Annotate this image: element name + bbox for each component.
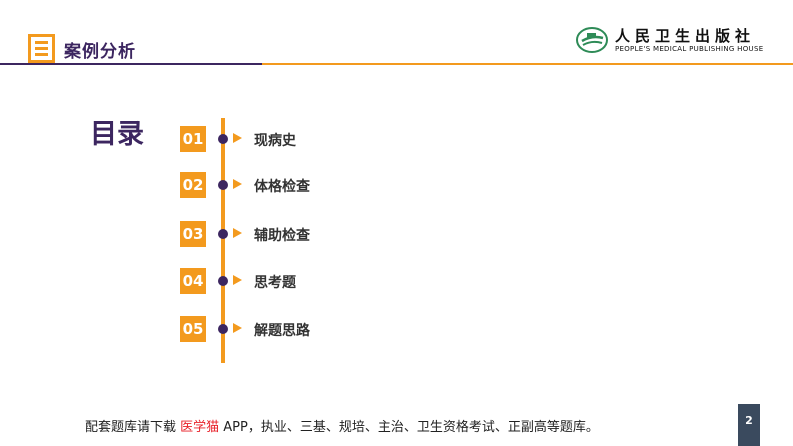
arrow-right-icon — [233, 275, 242, 285]
toc-item[interactable]: 04 思考题 — [0, 268, 793, 294]
arrow-right-icon — [233, 228, 242, 238]
toc-item-number: 01 — [180, 126, 206, 152]
toc-item-label: 体格检查 — [254, 179, 310, 195]
toc-item-number: 02 — [180, 172, 206, 198]
section-title: 案例分析 — [64, 42, 136, 62]
toc-item[interactable]: 01 现病史 — [0, 126, 793, 152]
timeline-dot — [218, 229, 228, 239]
toc-item-label: 辅助检查 — [254, 228, 310, 244]
publisher-name-cn: 人民卫生出版社 — [615, 27, 756, 45]
toc-item[interactable]: 05 解题思路 — [0, 316, 793, 342]
footer-app-link[interactable]: 医学猫 — [180, 420, 219, 435]
publisher-name-en: PEOPLE'S MEDICAL PUBLISHING HOUSE — [615, 45, 764, 53]
arrow-right-icon — [233, 133, 242, 143]
toc-item-number: 03 — [180, 221, 206, 247]
footer-suffix: APP，执业、三基、规培、主治、卫生资格考试、正副高等题库。 — [219, 420, 599, 435]
timeline-dot — [218, 324, 228, 334]
publisher-logo: 人民卫生出版社 PEOPLE'S MEDICAL PUBLISHING HOUS… — [575, 25, 780, 55]
footer-prefix: 配套题库请下载 — [85, 420, 181, 435]
toc-item-label: 解题思路 — [254, 323, 310, 339]
header-divider-purple — [0, 63, 262, 65]
list-menu-icon — [28, 34, 55, 63]
timeline-dot — [218, 276, 228, 286]
toc-item-label: 思考题 — [254, 275, 296, 291]
page-number-badge: 2 — [738, 404, 760, 446]
toc-item-number: 04 — [180, 268, 206, 294]
timeline-dot — [218, 134, 228, 144]
toc-item[interactable]: 03 辅助检查 — [0, 221, 793, 247]
arrow-right-icon — [233, 179, 242, 189]
arrow-right-icon — [233, 323, 242, 333]
toc-item[interactable]: 02 体格检查 — [0, 172, 793, 198]
header-divider-orange — [262, 63, 793, 65]
footer-note: 配套题库请下载 医学猫 APP，执业、三基、规培、主治、卫生资格考试、正副高等题… — [85, 416, 599, 435]
timeline-dot — [218, 180, 228, 190]
toc-item-number: 05 — [180, 316, 206, 342]
toc-item-label: 现病史 — [254, 133, 296, 149]
publisher-book-emblem-icon — [576, 27, 608, 53]
